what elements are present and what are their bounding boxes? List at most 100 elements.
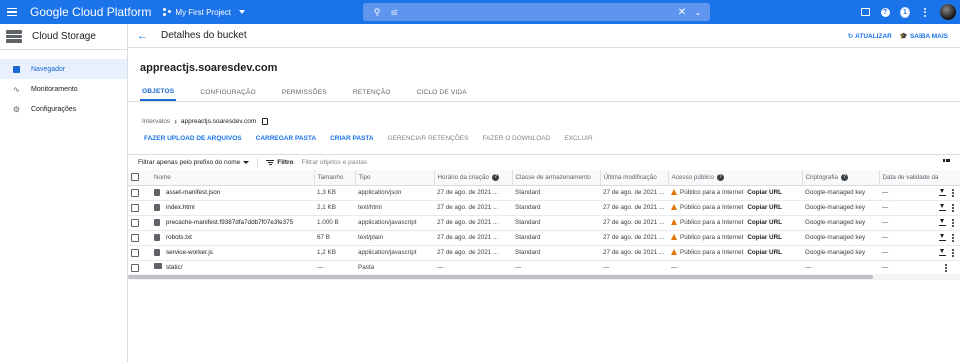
main-content: ← Detalhes do bucket ↻ ATUALIZAR 🎓 SAIBA M… (128, 24, 960, 362)
filter-input[interactable]: Filtrar objetos e pastas (302, 159, 368, 166)
warning-icon (671, 234, 677, 241)
table-row[interactable]: service-worker.js 1,2 KB application/javas… (128, 245, 960, 261)
table-row[interactable]: static/— Pasta — — — — — — (128, 260, 960, 276)
download-icon[interactable] (939, 234, 946, 241)
download-icon[interactable] (939, 204, 946, 211)
back-arrow-icon[interactable]: ← (137, 30, 149, 42)
cell-retention: — (879, 230, 936, 246)
row-menu-icon[interactable] (952, 233, 954, 242)
row-checkbox[interactable] (131, 188, 139, 197)
sidebar-item-navegador[interactable]: Navegador (0, 59, 127, 79)
row-checkbox[interactable] (131, 263, 139, 272)
download-icon[interactable] (939, 249, 946, 256)
copy-url-link[interactable]: Copiar URL (747, 234, 782, 241)
object-name-link[interactable]: asset-manifest.json (166, 189, 220, 196)
learn-more-label: SAIBA MAIS (909, 32, 948, 40)
help-icon[interactable]: ? (841, 173, 849, 181)
folder-name-link[interactable]: static/ (166, 264, 182, 271)
cell-type: Pasta (355, 260, 434, 276)
column-display-icon[interactable] (943, 159, 950, 166)
copy-url-link[interactable]: Copiar URL (747, 189, 782, 196)
table-row[interactable]: index.html 2,1 KB text/html 27 de ago. de 2… (128, 200, 960, 216)
copy-icon[interactable] (262, 117, 269, 125)
row-checkbox[interactable] (131, 203, 139, 212)
refresh-button[interactable]: ↻ ATUALIZAR (848, 32, 892, 41)
copy-url-link[interactable]: Copiar URL (747, 204, 782, 211)
search-input[interactable]: st (391, 8, 674, 17)
download-icon[interactable] (939, 189, 946, 196)
upload-files-button[interactable]: FAZER UPLOAD DE ARQUIVOS (144, 135, 242, 142)
object-actions: FAZER UPLOAD DE ARQUIVOS CARREGAR PASTA … (144, 132, 960, 144)
help-icon[interactable]: ? (880, 7, 890, 17)
col-header-name[interactable]: Nome (151, 170, 314, 186)
object-name-link[interactable]: service-worker.js (166, 249, 213, 256)
col-header-encryption[interactable]: Criptografia? (801, 170, 879, 186)
object-name-link[interactable]: index.html (166, 204, 195, 211)
cell-size: 1,3 KB (314, 185, 355, 201)
cell-created: 27 de ago. de 2021 ... (434, 215, 512, 231)
select-all-checkbox[interactable] (131, 173, 139, 182)
download-button[interactable]: FAZER O DOWNLOAD (482, 135, 550, 142)
sidebar-item-configuracoes[interactable]: ⚙ Configurações (0, 99, 127, 119)
learn-more-button[interactable]: 🎓 SAIBA MAIS (899, 32, 948, 41)
object-name-link[interactable]: precache-manifest.f9387dfa7ddb7f07e3fe37… (166, 219, 293, 226)
copy-url-link[interactable]: Copiar URL (747, 249, 782, 256)
table-row[interactable]: asset-manifest.json 1,3 KB application/jso… (128, 185, 960, 201)
help-icon[interactable]: ? (491, 173, 499, 181)
cell-retention: — (879, 260, 936, 276)
col-header-encryption-label: Criptografia (805, 173, 839, 181)
notifications-icon[interactable]: 1 (900, 6, 910, 18)
menu-icon[interactable] (0, 0, 24, 24)
tab-permissoes[interactable]: PERMISSÕES (280, 84, 329, 101)
row-checkbox[interactable] (131, 248, 139, 257)
file-icon (154, 248, 160, 256)
copy-url-link[interactable]: Copiar URL (747, 219, 782, 226)
col-header-retention[interactable]: Data de validade da (878, 170, 960, 186)
tab-ciclo-de-vida[interactable]: CICLO DE VIDA (415, 84, 469, 101)
col-header-type[interactable]: Tipo (354, 170, 434, 186)
breadcrumb-current: appreactjs.soaresdev.com (180, 117, 257, 125)
horizontal-scrollbar[interactable] (128, 274, 960, 280)
prefix-filter-select[interactable]: Filtrar apenas pelo prefixo do nome (138, 159, 250, 166)
row-checkbox[interactable] (131, 218, 139, 227)
col-header-modified[interactable]: Última modificação (599, 170, 668, 186)
col-header-size[interactable]: Tamanho (313, 170, 355, 186)
table-row[interactable]: precache-manifest.f9387dfa7ddb7f07e3fe37… (128, 215, 960, 231)
warning-icon (671, 204, 677, 211)
row-menu-icon[interactable] (952, 248, 954, 257)
download-icon[interactable] (939, 219, 946, 226)
row-menu-icon[interactable] (952, 218, 954, 227)
chevron-down-icon (243, 161, 250, 164)
tab-retencao[interactable]: RETENÇÃO (351, 84, 393, 101)
col-header-storage-class[interactable]: Classe de armazenamento (511, 170, 600, 186)
row-menu-icon[interactable] (952, 203, 954, 212)
sidebar-item-monitoramento[interactable]: ∿ Monitoramento (0, 79, 127, 99)
scrollbar-thumb[interactable] (128, 275, 873, 279)
col-header-created[interactable]: Horário da criação? (433, 170, 512, 186)
help-icon[interactable]: ? (716, 173, 724, 181)
avatar[interactable] (940, 4, 956, 20)
row-menu-icon[interactable] (952, 188, 954, 197)
tab-objetos[interactable]: OBJETOS (140, 84, 177, 101)
row-checkbox[interactable] (131, 233, 139, 242)
row-menu-icon[interactable] (945, 263, 947, 272)
app-title[interactable]: Google Cloud Platform (30, 5, 151, 19)
chevron-down-icon[interactable]: ⌄ (690, 8, 706, 17)
col-header-public-access[interactable]: Acesso público? (667, 170, 802, 186)
clear-icon[interactable]: ✕ (674, 7, 690, 18)
cloud-shell-icon[interactable] (860, 7, 870, 17)
delete-button[interactable]: EXCLUIR (564, 135, 592, 142)
object-name-link[interactable]: robots.txt (166, 234, 192, 241)
more-options-icon[interactable] (920, 7, 930, 17)
table-row[interactable]: robots.txt 67 Btext/plain 27 de ago. de 20… (128, 230, 960, 246)
cell-size: 1.000 B (314, 215, 355, 231)
cell-created: — (434, 260, 512, 276)
manage-retention-button[interactable]: GERENCIAR RETENÇÕES (388, 135, 469, 142)
upload-folder-button[interactable]: CARREGAR PASTA (256, 135, 316, 142)
school-icon: 🎓 (899, 33, 908, 40)
search-bar[interactable]: ⚲ st ✕ ⌄ (363, 3, 710, 21)
tab-configuracao[interactable]: CONFIGURAÇÃO (198, 84, 258, 101)
create-folder-button[interactable]: CRIAR PASTA (330, 135, 373, 142)
project-selector[interactable]: My First Project (163, 8, 245, 17)
breadcrumb-root[interactable]: Intervalos (142, 118, 170, 125)
